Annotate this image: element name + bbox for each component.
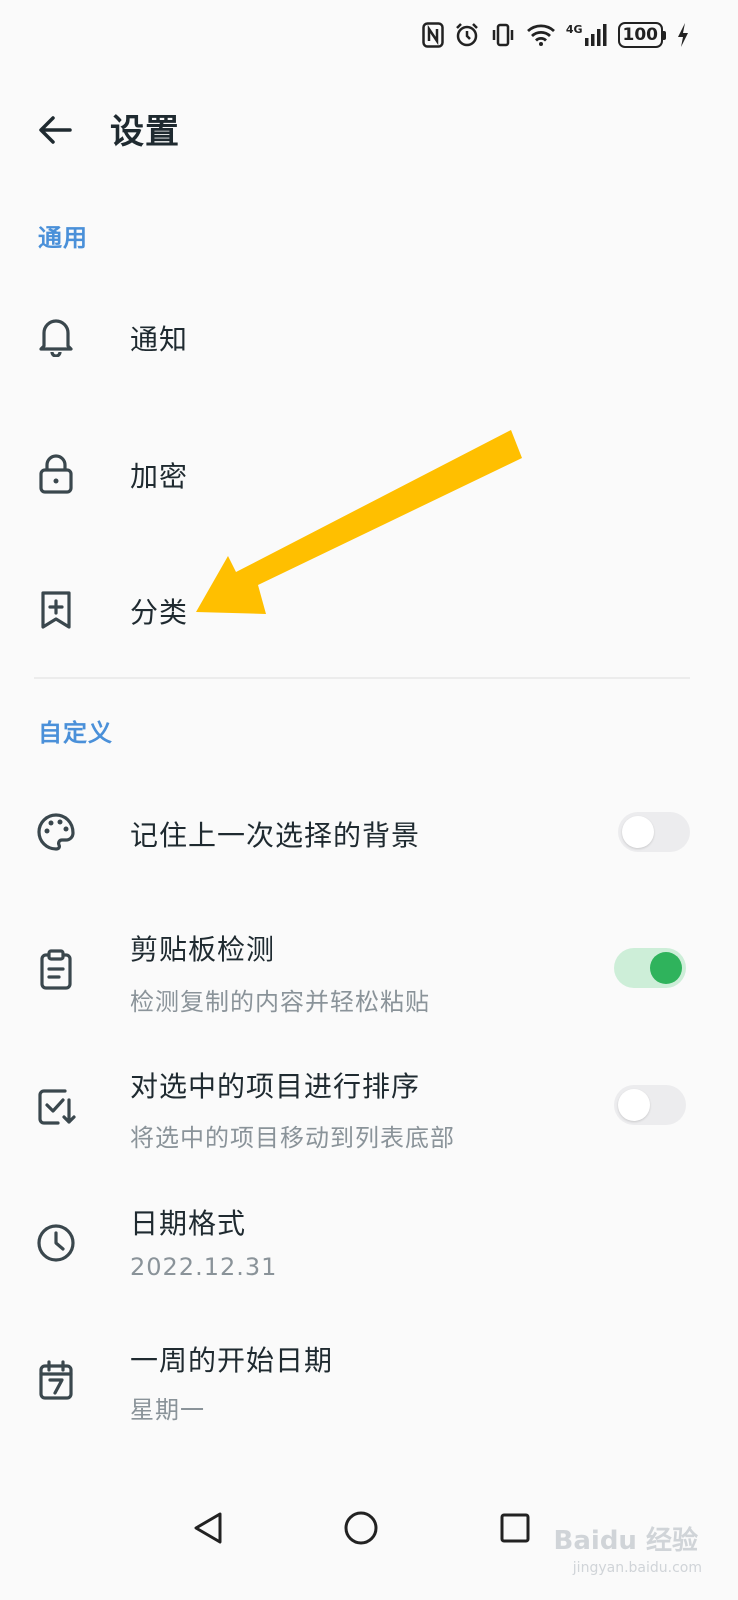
week-start-value: 星期一 xyxy=(130,1396,205,1424)
annotation-arrow-icon xyxy=(196,430,522,614)
sort-selected-description: 将选中的项目移动到列表底部 xyxy=(130,1124,455,1152)
battery-level: 100 xyxy=(617,22,663,48)
settings-item-encryption[interactable]: 加密 xyxy=(130,455,188,495)
status-bar: 4G 100 xyxy=(0,0,738,70)
checkbox-sort-icon xyxy=(32,1083,80,1131)
settings-item-date-format[interactable]: 日期格式 xyxy=(130,1202,246,1242)
circle-home-icon xyxy=(344,1511,378,1545)
network-type-label: 4G xyxy=(565,23,583,36)
settings-item-week-start[interactable]: 一周的开始日期 xyxy=(130,1339,333,1379)
alarm-icon xyxy=(454,22,480,48)
clipboard-detection-description: 检测复制的内容并轻松粘贴 xyxy=(130,988,430,1016)
settings-item-sort-selected[interactable]: 对选中的项目进行排序 xyxy=(130,1065,420,1105)
nfc-icon xyxy=(422,22,444,48)
arrow-left-icon xyxy=(39,116,72,144)
remember-background-toggle[interactable] xyxy=(618,812,690,852)
settings-item-remember-background[interactable]: 记住上一次选择的背景 xyxy=(130,814,420,854)
square-recents-icon xyxy=(500,1513,530,1543)
nav-back-button[interactable] xyxy=(178,1498,238,1558)
clipboard-detection-toggle[interactable] xyxy=(614,948,686,988)
sort-selected-toggle[interactable] xyxy=(614,1085,686,1125)
signal-icon: 4G xyxy=(566,23,608,47)
page-title: 设置 xyxy=(110,112,180,152)
settings-item-clipboard-detection[interactable]: 剪贴板检测 xyxy=(130,928,275,968)
charging-icon xyxy=(676,22,690,48)
vibrate-icon xyxy=(490,22,516,48)
clock-icon xyxy=(32,1219,80,1267)
triangle-back-icon xyxy=(194,1512,222,1544)
watermark-url: jingyan.baidu.com xyxy=(572,1560,702,1576)
status-icons: 4G 100 xyxy=(422,18,690,52)
bookmark-add-icon xyxy=(32,586,80,634)
section-title-general: 通用 xyxy=(38,224,88,252)
bell-icon xyxy=(32,312,80,360)
date-format-value: 2022.12.31 xyxy=(130,1253,278,1281)
section-title-custom: 自定义 xyxy=(38,719,113,747)
nav-recents-button[interactable] xyxy=(485,1498,545,1558)
calendar-icon xyxy=(32,1356,80,1404)
settings-item-category[interactable]: 分类 xyxy=(130,591,188,631)
lock-icon xyxy=(32,450,80,498)
back-button[interactable] xyxy=(30,105,80,155)
section-divider xyxy=(34,677,690,679)
clipboard-icon xyxy=(32,946,80,994)
battery-indicator: 100 xyxy=(617,22,666,48)
wifi-icon xyxy=(526,23,556,47)
palette-icon xyxy=(32,808,80,856)
settings-item-notifications[interactable]: 通知 xyxy=(130,318,188,358)
nav-home-button[interactable] xyxy=(331,1498,391,1558)
watermark-brand: Baidu 经验 xyxy=(553,1526,698,1556)
